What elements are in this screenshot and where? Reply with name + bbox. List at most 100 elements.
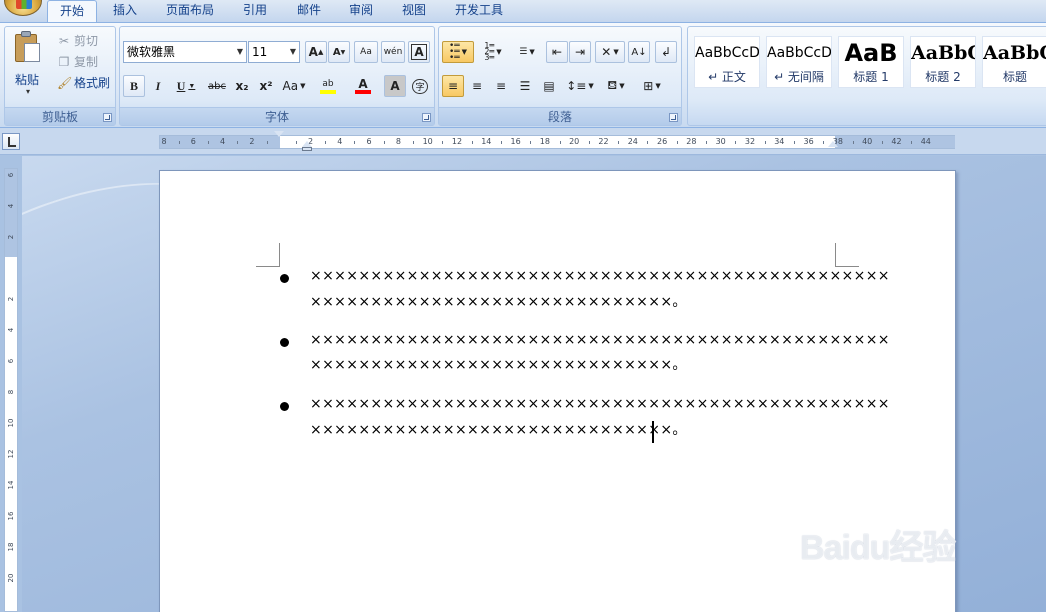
change-case-button[interactable]: Aa ▼ — [279, 75, 309, 97]
clear-formatting-icon: Aa — [360, 47, 372, 57]
justify-button[interactable]: ☰ — [514, 75, 536, 97]
format-painter-label: 格式刷 — [74, 76, 111, 90]
change-case-icon: Aa — [282, 79, 299, 93]
chinese-layout-button[interactable]: ✕ ▼ — [595, 41, 625, 63]
tab-view[interactable]: 视图 — [393, 0, 435, 22]
ruler-number: 18 — [7, 542, 15, 552]
format-painter-button[interactable]: 🖌 格式刷 — [57, 73, 110, 93]
vertical-ruler[interactable]: 6 4 2 2 4 6 8 10 12 14 16 18 20 — [4, 168, 18, 612]
style-name: ↵ 正文 — [708, 70, 746, 84]
tab-page-layout[interactable]: 页面布局 — [158, 0, 222, 22]
multilevel-list-icon: ☰ — [519, 47, 528, 57]
clear-formatting-button[interactable]: Aa — [354, 41, 378, 63]
ruler-number: 16 — [7, 511, 15, 521]
ruler-number: 4 — [220, 137, 226, 146]
clipboard-dialog-launcher[interactable] — [103, 113, 112, 122]
line-spacing-button[interactable]: ↕≡ ▼ — [564, 75, 596, 97]
paste-button[interactable]: 粘贴 ▾ — [7, 29, 51, 103]
style-heading-1[interactable]: AaB 标题 1 — [838, 36, 904, 88]
align-left-icon: ≡ — [447, 79, 459, 93]
italic-button[interactable]: I — [147, 75, 169, 97]
grow-font-button[interactable]: A ▲ — [305, 41, 327, 63]
multilevel-list-button[interactable]: ☰ ▼ — [511, 41, 543, 63]
distributed-button[interactable]: ▤ — [538, 75, 560, 97]
numbering-button[interactable]: 1═ 2═ 3═ ▼ — [477, 41, 509, 63]
italic-icon: I — [155, 78, 161, 93]
tab-references[interactable]: 引用 — [234, 0, 276, 22]
cut-label: 剪切 — [74, 34, 99, 48]
right-indent-marker[interactable] — [828, 141, 838, 147]
ruler-number: 30 — [715, 137, 726, 146]
font-dialog-launcher[interactable] — [422, 113, 431, 122]
character-shading-button[interactable]: A — [384, 75, 406, 97]
align-center-button[interactable]: ≡ — [466, 75, 488, 97]
tab-mailings[interactable]: 邮件 — [288, 0, 330, 22]
subscript-button[interactable]: x₂ — [231, 75, 253, 97]
font-name-value: 微软雅黑 — [127, 45, 176, 59]
ribbon: 粘贴 ▾ ✂ 剪切 ❐ 复制 🖌 格式刷 剪贴板 微软雅黑 ▼ 11 ▼ A ▲ … — [0, 22, 1046, 128]
office-button[interactable] — [4, 0, 42, 16]
ruler-number: 36 — [803, 137, 814, 146]
decrease-indent-button[interactable]: ⇤ — [546, 41, 568, 63]
copy-button[interactable]: ❐ 复制 — [57, 52, 98, 72]
enclose-characters-button[interactable]: 字 — [409, 75, 431, 97]
ruler-tick — [823, 141, 825, 144]
chevron-down-icon: ▼ — [300, 82, 306, 90]
enclose-characters-icon: 字 — [412, 78, 428, 94]
ruler-number: 8 — [395, 137, 401, 146]
character-border-button[interactable]: A — [408, 41, 430, 63]
chevron-down-icon: ▼ — [619, 82, 625, 90]
left-indent-marker[interactable] — [302, 147, 312, 151]
font-color-button[interactable]: A — [348, 75, 378, 97]
grow-font-icon: A — [308, 45, 318, 59]
ruler-number: 10 — [7, 418, 15, 428]
chevron-down-icon: ▼ — [496, 48, 502, 56]
increase-indent-button[interactable]: ⇥ — [569, 41, 591, 63]
font-size-combo[interactable]: 11 ▼ — [248, 41, 300, 63]
underline-button[interactable]: U ▼ — [171, 75, 201, 97]
phonetic-guide-button[interactable]: wén — [381, 41, 405, 63]
first-line-indent-marker[interactable] — [274, 131, 284, 137]
ruler-number: 12 — [451, 137, 463, 146]
style-heading-2[interactable]: AaBbC 标题 2 — [910, 36, 976, 88]
borders-button[interactable]: ⊞ ▼ — [636, 75, 668, 97]
ruler-tick — [881, 141, 883, 144]
show-marks-button[interactable]: ↲ — [655, 41, 677, 63]
style-name: 标题 — [1002, 70, 1027, 84]
highlight-button[interactable]: ab — [310, 75, 346, 97]
align-left-button[interactable]: ≡ — [442, 75, 464, 97]
tab-developer[interactable]: 开发工具 — [447, 0, 511, 22]
scissors-icon: ✂ — [58, 34, 70, 48]
chevron-down-icon: ▼ — [188, 82, 196, 90]
tab-stop-selector[interactable] — [2, 133, 20, 150]
ruler-number: 32 — [744, 137, 756, 146]
ruler-tick — [530, 141, 532, 144]
strikethrough-button[interactable]: abc — [204, 75, 230, 97]
shrink-font-button[interactable]: A ▼ — [328, 41, 350, 63]
ruler-number: 40 — [862, 137, 873, 146]
ruler-number: 24 — [627, 137, 638, 146]
ruler-tick — [911, 141, 913, 144]
align-right-button[interactable]: ≡ — [490, 75, 512, 97]
tab-home[interactable]: 开始 — [47, 0, 97, 23]
ruler-number: 6 — [190, 137, 196, 146]
style-title[interactable]: AaBbC 标题 — [982, 36, 1046, 88]
shading-button[interactable]: ⛾ ▼ — [599, 75, 633, 97]
tab-insert[interactable]: 插入 — [104, 0, 146, 22]
style-no-spacing[interactable]: AaBbCcD ↵ 无间隔 — [766, 36, 832, 88]
ruler-tick — [383, 141, 385, 144]
style-sample: AaBbCcD — [695, 45, 759, 61]
bullet-icon — [280, 402, 289, 411]
font-name-combo[interactable]: 微软雅黑 ▼ — [123, 41, 247, 63]
bullets-button[interactable]: •═ •═ •═ ▼ — [442, 41, 474, 63]
paragraph-dialog-launcher[interactable] — [669, 113, 678, 122]
bold-button[interactable]: B — [123, 75, 145, 97]
tab-review[interactable]: 审阅 — [340, 0, 382, 22]
style-normal[interactable]: AaBbCcD ↵ 正文 — [694, 36, 760, 88]
superscript-button[interactable]: x² — [255, 75, 277, 97]
cut-button[interactable]: ✂ 剪切 — [57, 31, 98, 51]
sort-button[interactable]: A↓ — [628, 41, 650, 63]
list-item-line: ××××××××××××××××××××××××××××××。 — [310, 357, 687, 373]
shrink-font-icon: A — [332, 46, 341, 58]
list-item-line: ××××××××××××××××××××××××××××××××××××××××… — [310, 268, 890, 284]
